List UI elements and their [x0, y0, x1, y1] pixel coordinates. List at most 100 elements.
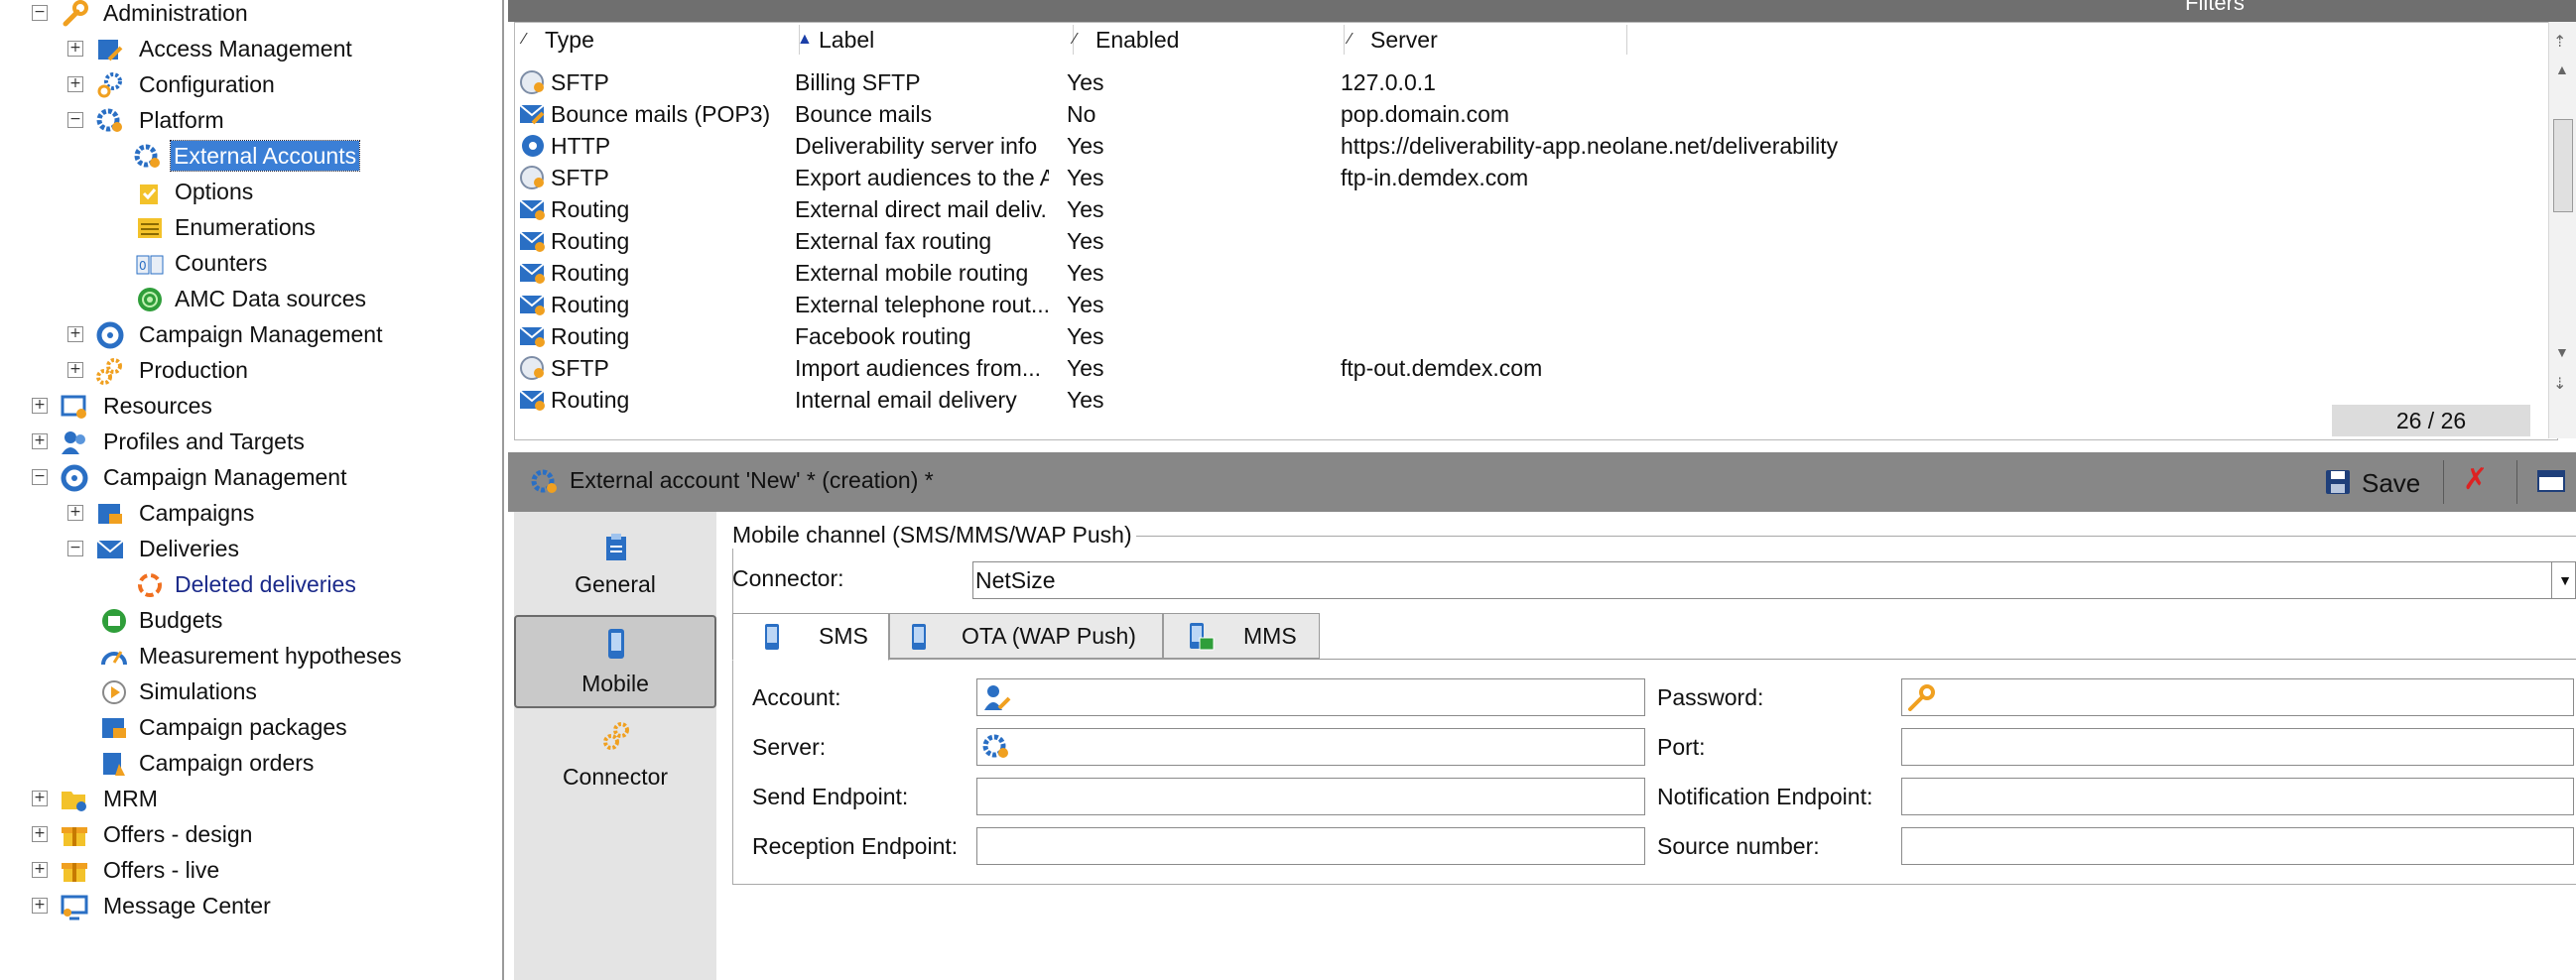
mrm-folder-icon — [62, 792, 86, 811]
expand-toggle[interactable]: + — [67, 76, 83, 92]
tabs-baseline — [732, 659, 2576, 660]
key-icon — [1908, 684, 1935, 711]
nav-general[interactable]: General — [516, 518, 714, 607]
tree-item-offers-live[interactable]: + Offers - live — [0, 853, 496, 887]
nav-mobile[interactable]: Mobile — [514, 615, 716, 708]
scroll-arrow-down-icon[interactable]: ▼ — [2555, 344, 2569, 360]
nav-connector[interactable]: Connector — [516, 710, 714, 799]
scroll-thumb[interactable] — [2553, 119, 2573, 212]
tab-mms[interactable]: MMS — [1163, 613, 1320, 659]
tree-item-resources[interactable]: + Resources — [0, 389, 496, 423]
tree-item-simulations[interactable]: Simulations — [0, 674, 496, 708]
tree-item-deleted-deliveries[interactable]: Deleted deliveries — [0, 567, 496, 601]
collapse-toggle[interactable]: − — [67, 112, 83, 128]
list-toolbar: Filters — [508, 0, 2576, 22]
tree-item-amc-data-sources[interactable]: AMC Data sources — [0, 282, 496, 315]
tree-item-label: Campaign Management — [103, 464, 347, 490]
tree-item-access-management[interactable]: + Access Management — [0, 32, 496, 65]
tree-item-profiles-and-targets[interactable]: + Profiles and Targets — [0, 425, 496, 458]
reception-endpoint-field[interactable] — [976, 827, 1645, 865]
collapse-toggle[interactable]: − — [32, 5, 48, 21]
tree-item-enumerations[interactable]: Enumerations — [0, 210, 496, 244]
expand-toggle[interactable]: + — [32, 826, 48, 842]
tree-item-configuration[interactable]: + Configuration — [0, 67, 496, 101]
tree-item-mrm[interactable]: + MRM — [0, 782, 496, 815]
tree-item-campaigns[interactable]: + Campaigns — [0, 496, 496, 530]
tree-item-platform[interactable]: − Platform — [0, 103, 496, 137]
password-field[interactable] — [1901, 678, 2574, 716]
filters-button[interactable]: Filters — [2185, 0, 2245, 16]
notification-endpoint-field[interactable] — [1901, 778, 2574, 815]
tree-item-options[interactable]: Options — [0, 175, 496, 208]
tree-item-campaign-management[interactable]: − Campaign Management — [0, 460, 496, 494]
expand-toggle[interactable]: + — [67, 362, 83, 378]
measurement-hypotheses-icon — [101, 651, 127, 666]
connector-select[interactable]: NetSize ▼ — [972, 561, 2576, 599]
cell-enabled: Yes — [1067, 165, 1104, 190]
column-header-type[interactable]: ⁄ Type — [515, 25, 800, 55]
tree-item-external-accounts[interactable]: External Accounts — [0, 139, 496, 173]
window-maximize-icon[interactable] — [2536, 468, 2566, 494]
cell-label: External mobile routing — [795, 260, 1029, 286]
expand-toggle[interactable]: + — [67, 326, 83, 342]
tab-sms[interactable]: SMS — [732, 613, 889, 661]
cell-type: SFTP — [551, 355, 609, 381]
column-header-label: Type — [545, 27, 594, 53]
external-accounts-list: ⁄ Type ▲ Label ⁄ Enabled ⁄ Server SFTP B… — [514, 22, 2558, 440]
tree-item-production[interactable]: + Production — [0, 353, 496, 387]
campaign-management-icon — [96, 321, 124, 349]
port-field[interactable] — [1901, 728, 2574, 766]
tab-ota-wap-push[interactable]: OTA (WAP Push) — [889, 613, 1163, 659]
scroll-up-icon[interactable]: ⇡ — [2553, 32, 2566, 52]
tree-item-campaign-management-admin[interactable]: + Campaign Management — [0, 317, 496, 351]
expand-toggle[interactable]: + — [32, 898, 48, 914]
account-field[interactable] — [976, 678, 1645, 716]
routing-icon — [519, 390, 545, 411]
tree-splitter[interactable] — [502, 0, 504, 980]
cell-type: Routing — [551, 387, 630, 413]
scroll-down-icon[interactable]: ⇣ — [2553, 374, 2566, 394]
phone-icon — [765, 624, 779, 650]
tree-item-deliveries[interactable]: − Deliveries — [0, 532, 496, 565]
expand-toggle[interactable]: + — [32, 862, 48, 878]
scroll-arrow-up-icon[interactable]: ▲ — [2555, 61, 2569, 77]
send-endpoint-field[interactable] — [976, 778, 1645, 815]
column-header-server[interactable]: ⁄ Server — [1341, 25, 1627, 55]
cell-enabled: Yes — [1067, 260, 1104, 286]
tree-item-label: Configuration — [139, 71, 275, 97]
budgets-icon — [102, 609, 126, 633]
source-number-field[interactable] — [1901, 827, 2574, 865]
list-scrollbar[interactable]: ⇡ ▲ ▼ ⇣ — [2548, 22, 2576, 438]
tree-item-campaign-packages[interactable]: Campaign packages — [0, 710, 496, 744]
collapse-toggle[interactable]: − — [32, 469, 48, 485]
expand-toggle[interactable]: + — [32, 791, 48, 806]
tree-item-offers-design[interactable]: + Offers - design — [0, 817, 496, 851]
expand-toggle[interactable]: + — [32, 433, 48, 449]
routing-icon — [519, 326, 545, 347]
cell-server: pop.domain.com — [1341, 101, 1510, 127]
tree-item-budgets[interactable]: Budgets — [0, 603, 496, 637]
tree-item-campaign-orders[interactable]: Campaign orders — [0, 746, 496, 780]
column-header-label[interactable]: ▲ Label — [789, 25, 1074, 55]
column-header-enabled[interactable]: ⁄ Enabled — [1066, 25, 1345, 55]
collapse-toggle[interactable]: − — [67, 541, 83, 556]
tree-item-counters[interactable]: 0 Counters — [0, 246, 496, 280]
cancel-close-icon[interactable]: ✗ — [2463, 462, 2488, 497]
tree-item-measurement-hypotheses[interactable]: Measurement hypotheses — [0, 639, 496, 673]
amc-data-sources-icon — [138, 288, 162, 311]
expand-toggle[interactable]: + — [67, 41, 83, 57]
cell-label: Internal email delivery — [795, 387, 1017, 413]
campaign-orders-icon — [103, 753, 125, 776]
tree-item-label: Enumerations — [175, 214, 316, 240]
tree-item-administration[interactable]: − Administration — [0, 0, 496, 30]
profiles-icon — [62, 431, 85, 454]
save-button[interactable]: Save — [2316, 462, 2435, 502]
expand-toggle[interactable]: + — [67, 505, 83, 521]
record-count: 26 / 26 — [2332, 405, 2530, 436]
server-field[interactable] — [976, 728, 1645, 766]
tree-item-message-center[interactable]: + Message Center — [0, 889, 496, 922]
cell-label: Export audiences to the A — [795, 165, 1049, 190]
chevron-down-icon[interactable]: ▼ — [2551, 562, 2576, 598]
expand-toggle[interactable]: + — [32, 398, 48, 414]
connector-value: NetSize — [975, 567, 1056, 593]
